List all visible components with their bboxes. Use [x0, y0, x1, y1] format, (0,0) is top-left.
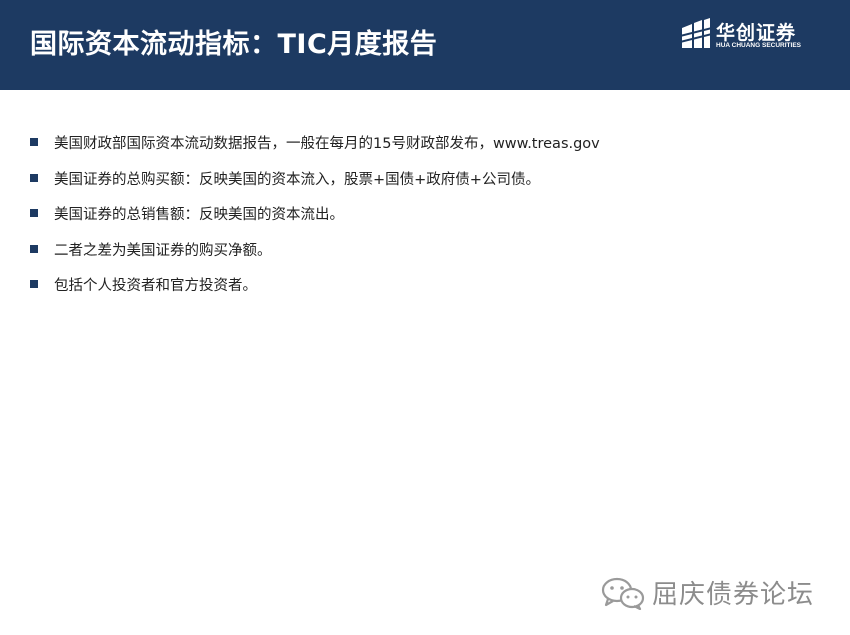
header-bar: 国际资本流动指标：TIC月度报告 华创证券 HUA CHUANG SECURIT… — [0, 0, 850, 90]
list-item: 美国证券的总销售额：反映美国的资本流出。 — [30, 203, 600, 239]
list-item: 二者之差为美国证券的购买净额。 — [30, 239, 600, 275]
company-logo: 华创证券 HUA CHUANG SECURITIES — [680, 18, 810, 54]
bullet-text: 包括个人投资者和官方投资者。 — [54, 278, 257, 294]
watermark-text: 屈庆债券论坛 — [652, 580, 815, 610]
bullet-marker — [30, 280, 38, 288]
logo-name-en: HUA CHUANG SECURITIES — [716, 42, 801, 49]
logo-name-cn: 华创证券 — [716, 22, 797, 44]
bullet-text: 美国证券的总购买额：反映美国的资本流入，股票+国债+政府债+公司债。 — [54, 171, 540, 188]
list-item: 包括个人投资者和官方投资者。 — [30, 274, 600, 310]
bullet-text: 二者之差为美国证券的购买净额。 — [54, 242, 272, 259]
bullet-marker — [30, 209, 38, 217]
huachuang-logo-icon — [680, 18, 712, 48]
page-title: 国际资本流动指标：TIC月度报告 — [30, 29, 438, 60]
bullet-marker — [30, 138, 38, 146]
bullet-text: 美国证券的总销售额：反映美国的资本流出。 — [54, 207, 344, 223]
wechat-icon — [601, 577, 645, 610]
list-item: 美国财政部国际资本流动数据报告，一般在每月的15号财政部发布，www.treas… — [30, 132, 600, 168]
bullet-text: 美国财政部国际资本流动数据报告，一般在每月的15号财政部发布，www.treas… — [54, 136, 600, 152]
bullet-marker — [30, 244, 38, 253]
bullet-list: 美国财政部国际资本流动数据报告，一般在每月的15号财政部发布，www.treas… — [30, 132, 600, 310]
bullet-marker — [30, 173, 38, 182]
list-item: 美国证券的总购买额：反映美国的资本流入，股票+国债+政府债+公司债。 — [30, 168, 600, 204]
